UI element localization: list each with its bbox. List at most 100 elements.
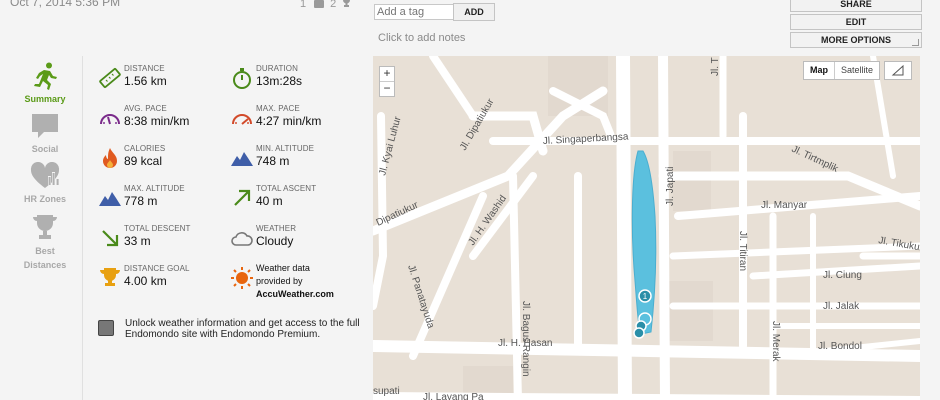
weather-credit-line2: provided by (256, 276, 303, 286)
nav-label-hr-zones: HR Zones (23, 194, 66, 204)
comment-icon (314, 0, 325, 8)
nav-label-social: Social (31, 144, 59, 154)
tag-input[interactable] (374, 4, 454, 20)
nav-summary[interactable]: Summary (10, 62, 80, 106)
stat-label: DISTANCE (124, 64, 165, 73)
street-label: Jl. Titiran (737, 231, 748, 271)
stat-max-altitude: MAX. ALTITUDE 778 m (98, 182, 228, 218)
stat-value: 1.56 km (124, 74, 167, 88)
street-label: Jl. Bondol (818, 341, 862, 352)
trophy-icon (100, 268, 120, 286)
speedometer-max-icon (232, 114, 252, 125)
stat-label: CALORIES (124, 144, 166, 153)
resize-grip-icon (912, 39, 919, 46)
activity-date: Oct 7, 2014 5:36 PM (10, 0, 121, 9)
map-canvas[interactable]: 1 Jl. Kyai Luhur Jl. Dipatiukur Jl. Sing… (373, 56, 920, 400)
stat-value: 778 m (124, 194, 158, 208)
fullscreen-button[interactable] (884, 61, 912, 80)
street-label: Jl. Ciung (823, 270, 862, 281)
cloud-icon (231, 232, 253, 246)
edit-button[interactable]: EDIT (790, 14, 922, 30)
more-options-button[interactable]: MORE OPTIONS (790, 32, 922, 48)
stat-value: Cloudy (256, 234, 294, 248)
zoom-controls: + − (379, 66, 395, 97)
stat-distance: DISTANCE 1.56 km (98, 62, 228, 98)
workout-nav: Summary Social HR Zones Best Distances (10, 56, 83, 400)
stat-value: 33 m (124, 234, 151, 248)
more-options-label: MORE OPTIONS (820, 35, 891, 45)
street-label: Jl. T (710, 57, 721, 76)
add-tag-button[interactable]: ADD (453, 3, 495, 21)
zoom-in-button[interactable]: + (380, 67, 394, 81)
stat-label: TOTAL DESCENT (124, 224, 191, 233)
nav-best-distances[interactable]: Best Distances (10, 214, 80, 272)
route-marker-label: 1 (643, 292, 648, 301)
nav-label-summary: Summary (24, 94, 66, 104)
stopwatch-icon (233, 68, 251, 89)
likes-count: 2 (330, 0, 337, 10)
route-map[interactable]: 1 Jl. Kyai Luhur Jl. Dipatiukur Jl. Sing… (373, 56, 920, 400)
stat-label: DURATION (256, 64, 298, 73)
social-counts: 1 2 (300, 0, 351, 10)
speedometer-icon (100, 114, 120, 125)
running-icon (34, 62, 57, 90)
stat-total-ascent: TOTAL ASCENT 40 m (230, 182, 360, 218)
map-type-map[interactable]: Map (804, 62, 834, 79)
map-type-toggle: Map Satellite (803, 61, 881, 80)
notes-hint[interactable]: Click to add notes (378, 32, 465, 44)
stat-distance-goal: DISTANCE GOAL 4.00 km (98, 262, 228, 298)
premium-icon (98, 320, 114, 336)
premium-promo-text: Unlock weather information and get acces… (125, 318, 360, 340)
stat-label: WEATHER (256, 224, 297, 233)
stat-label: DISTANCE GOAL (124, 264, 190, 273)
nav-label-distances: Distances (23, 260, 67, 270)
arrow-up-right-icon (234, 189, 251, 206)
stat-value: 748 m (256, 154, 290, 168)
stat-value: 40 m (256, 194, 283, 208)
stat-max-pace: MAX. PACE 4:27 min/km (230, 102, 360, 138)
arrow-down-right-icon (102, 230, 119, 247)
stat-min-altitude: MIN. ALTITUDE 748 m (230, 142, 360, 178)
street-label: Jl. Merak (770, 321, 781, 363)
stat-label: MIN. ALTITUDE (256, 144, 315, 153)
stat-label: AVG. PACE (124, 104, 167, 113)
stat-label: TOTAL ASCENT (256, 184, 317, 193)
stat-label: MAX. PACE (256, 104, 300, 113)
zoom-out-button[interactable]: − (380, 81, 394, 96)
mountain-icon (99, 192, 121, 206)
stat-duration: DURATION 13m:28s (230, 62, 360, 98)
street-label: Jl. Layang Pa (423, 392, 484, 400)
flame-icon (103, 148, 117, 168)
stat-total-descent: TOTAL DESCENT 33 m (98, 222, 228, 258)
stat-value: 4.00 km (124, 274, 167, 288)
heart-chart-icon (30, 161, 60, 188)
stat-calories: CALORIES 89 kcal (98, 142, 228, 178)
nav-label-best: Best (35, 246, 55, 256)
stat-avg-pace: AVG. PACE 8:38 min/km (98, 102, 228, 138)
comment-icon (32, 114, 58, 138)
share-button[interactable]: SHARE (790, 0, 922, 12)
stat-label: MAX. ALTITUDE (124, 184, 185, 193)
map-type-satellite[interactable]: Satellite (834, 62, 879, 79)
stat-value: 8:38 min/km (124, 114, 190, 128)
stat-value: 13m:28s (256, 74, 303, 88)
weather-credit-text: Weather data provided by AccuWeather.com (256, 262, 334, 301)
weather-credit: Weather data provided by AccuWeather.com (230, 262, 360, 306)
stat-value: 4:27 min/km (256, 114, 322, 128)
activity-header: Oct 7, 2014 5:36 PM 1 2 ADD Click to add… (0, 0, 940, 56)
nav-hr-zones[interactable]: HR Zones (10, 161, 80, 206)
trophy-icon (342, 0, 351, 10)
accuweather-link[interactable]: AccuWeather.com (256, 288, 334, 301)
fullscreen-icon (891, 64, 904, 76)
stat-weather: WEATHER Cloudy (230, 222, 360, 258)
street-label: Jl. Manyar (761, 200, 808, 211)
comments-count: 1 (300, 0, 307, 10)
street-label: supati (373, 386, 400, 397)
street-label: Jl. H. Hasan (498, 338, 552, 349)
ruler-icon (99, 68, 121, 88)
mountain-icon (231, 152, 253, 166)
nav-social[interactable]: Social (10, 112, 80, 156)
workout-stats: DISTANCE 1.56 km DURATION 13m:28s AVG. P… (84, 56, 364, 400)
weather-credit-line1: Weather data (256, 263, 310, 273)
trophy-icon (33, 215, 57, 239)
